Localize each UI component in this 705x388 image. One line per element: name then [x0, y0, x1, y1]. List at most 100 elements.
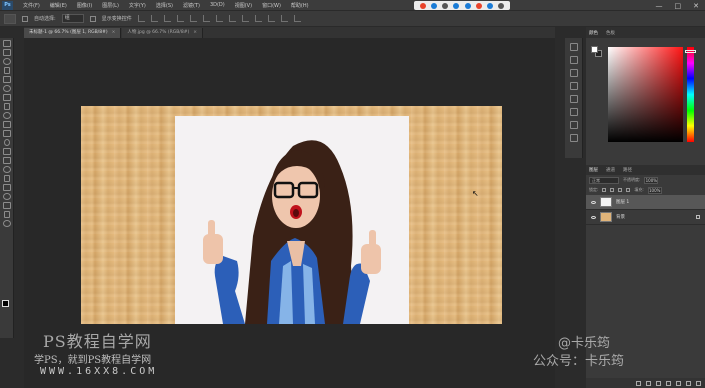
document-canvas[interactable]: [81, 106, 502, 324]
tab-swatches[interactable]: 色板: [606, 30, 615, 36]
menu-select[interactable]: 选择(S): [156, 2, 173, 9]
tools-icon[interactable]: [487, 2, 494, 9]
menu-edit[interactable]: 编辑(E): [50, 2, 67, 9]
hue-slider[interactable]: [687, 47, 694, 142]
skin-icon[interactable]: [475, 2, 482, 9]
show-transform-checkbox[interactable]: [89, 15, 96, 22]
history-panel-icon[interactable]: [569, 43, 578, 51]
clone-stamp-tool-icon[interactable]: [2, 112, 11, 119]
auto-select-dropdown[interactable]: 组: [61, 14, 84, 23]
settings-icon[interactable]: [498, 2, 505, 9]
quick-select-tool-icon[interactable]: [3, 67, 10, 74]
menu-filter[interactable]: 滤镜(T): [183, 2, 200, 9]
align-top-icon[interactable]: [137, 15, 145, 22]
path-select-tool-icon[interactable]: [2, 184, 11, 191]
hue-slider-handle[interactable]: [685, 50, 696, 53]
paragraph-panel-icon[interactable]: [569, 82, 578, 90]
blur-tool-icon[interactable]: [2, 148, 11, 155]
delete-layer-icon[interactable]: [696, 380, 701, 386]
eyedropper-tool-icon[interactable]: [2, 85, 11, 92]
menu-file[interactable]: 文件(F): [23, 2, 40, 9]
distribute-middle-icon[interactable]: [228, 15, 236, 22]
fill-field[interactable]: 100%: [647, 186, 662, 194]
lock-pixels-icon[interactable]: [610, 188, 615, 192]
history-brush-tool-icon[interactable]: [2, 121, 11, 128]
healing-brush-tool-icon[interactable]: [2, 94, 11, 101]
distribute-right-icon[interactable]: [280, 15, 288, 22]
distribute-left-icon[interactable]: [254, 15, 262, 22]
layer-row-layer1[interactable]: 图层 1: [586, 195, 705, 210]
foreground-color-swatch[interactable]: [2, 300, 9, 307]
visibility-eye-icon[interactable]: [591, 200, 596, 204]
foreground-color-swatch[interactable]: [591, 46, 598, 53]
tab-channels[interactable]: 通道: [606, 167, 615, 173]
ime-logo-icon[interactable]: [419, 2, 426, 9]
maximize-button[interactable]: □: [675, 2, 682, 10]
align-bottom-icon[interactable]: [163, 15, 171, 22]
lock-transparent-icon[interactable]: [602, 188, 607, 192]
tab-paths[interactable]: 路径: [623, 167, 632, 173]
document-tab-active[interactable]: 未标题-1 @ 66.7% (图层 1, RGB/8#) ×: [24, 28, 122, 38]
opacity-field[interactable]: 100%: [644, 176, 659, 184]
hand-tool-icon[interactable]: [2, 202, 11, 209]
layer-style-icon[interactable]: [646, 380, 651, 386]
lasso-tool-icon[interactable]: [2, 58, 11, 65]
menu-help[interactable]: 帮助(H): [291, 2, 309, 9]
menu-window[interactable]: 窗口(W): [262, 2, 281, 9]
microphone-icon[interactable]: [453, 2, 460, 9]
ime-mode-icon[interactable]: [430, 2, 437, 9]
move-tool-icon[interactable]: [2, 40, 11, 47]
lock-all-icon[interactable]: [626, 188, 631, 192]
auto-select-checkbox[interactable]: [22, 15, 28, 22]
close-tab-icon[interactable]: ×: [193, 30, 197, 35]
close-button[interactable]: ✕: [693, 2, 699, 10]
minimize-button[interactable]: —: [656, 2, 663, 10]
lock-position-icon[interactable]: [618, 188, 623, 192]
new-layer-icon[interactable]: [686, 380, 691, 386]
tab-color[interactable]: 颜色: [589, 30, 598, 36]
portrait-layer-image[interactable]: [175, 116, 409, 324]
keyboard-icon[interactable]: [464, 2, 471, 9]
character-panel-icon[interactable]: [569, 69, 578, 77]
shape-tool-icon[interactable]: [2, 193, 11, 200]
tab-layers[interactable]: 图层: [589, 167, 598, 173]
gradient-tool-icon[interactable]: [3, 139, 10, 146]
menu-layer[interactable]: 图层(L): [102, 2, 119, 9]
eraser-tool-icon[interactable]: [2, 130, 11, 137]
type-tool-icon[interactable]: [3, 175, 10, 182]
close-tab-icon[interactable]: ×: [112, 30, 116, 35]
document-tab-inactive[interactable]: 人物.jpg @ 66.7% (RGB/8#) ×: [122, 28, 203, 38]
3d-mode-icon[interactable]: [293, 15, 301, 22]
align-center-icon[interactable]: [189, 15, 197, 22]
menu-type[interactable]: 文字(Y): [129, 2, 146, 9]
new-group-icon[interactable]: [676, 380, 681, 386]
marquee-tool-icon[interactable]: [2, 49, 11, 56]
play-panel-icon[interactable]: [569, 134, 578, 142]
layer-row-background[interactable]: 背景: [586, 210, 705, 225]
more-tools-icon[interactable]: [2, 220, 11, 227]
distribute-bottom-icon[interactable]: [241, 15, 249, 22]
blend-mode-dropdown[interactable]: 正常: [589, 176, 619, 184]
adjustment-layer-icon[interactable]: [666, 380, 671, 386]
menu-3d[interactable]: 3D(D): [210, 2, 225, 8]
visibility-eye-icon[interactable]: [591, 215, 596, 219]
info-panel-icon[interactable]: [569, 108, 578, 116]
dodge-tool-icon[interactable]: [2, 157, 11, 164]
distribute-center-icon[interactable]: [267, 15, 275, 22]
actions-panel-icon[interactable]: [569, 121, 578, 129]
color-picker-field[interactable]: [608, 47, 683, 142]
link-layers-icon[interactable]: [636, 380, 641, 386]
align-right-icon[interactable]: [202, 15, 210, 22]
add-mask-icon[interactable]: [656, 380, 661, 386]
zoom-tool-icon[interactable]: [3, 211, 10, 218]
pen-tool-icon[interactable]: [2, 166, 11, 173]
adjustments-panel-icon[interactable]: [569, 95, 578, 103]
align-left-icon[interactable]: [176, 15, 184, 22]
ime-punct-icon[interactable]: [442, 2, 449, 9]
properties-panel-icon[interactable]: [569, 56, 578, 64]
crop-tool-icon[interactable]: [2, 76, 11, 83]
distribute-top-icon[interactable]: [215, 15, 223, 22]
move-tool-preset-icon[interactable]: [4, 13, 16, 24]
menu-image[interactable]: 图像(I): [77, 2, 92, 9]
align-middle-icon[interactable]: [150, 15, 158, 22]
